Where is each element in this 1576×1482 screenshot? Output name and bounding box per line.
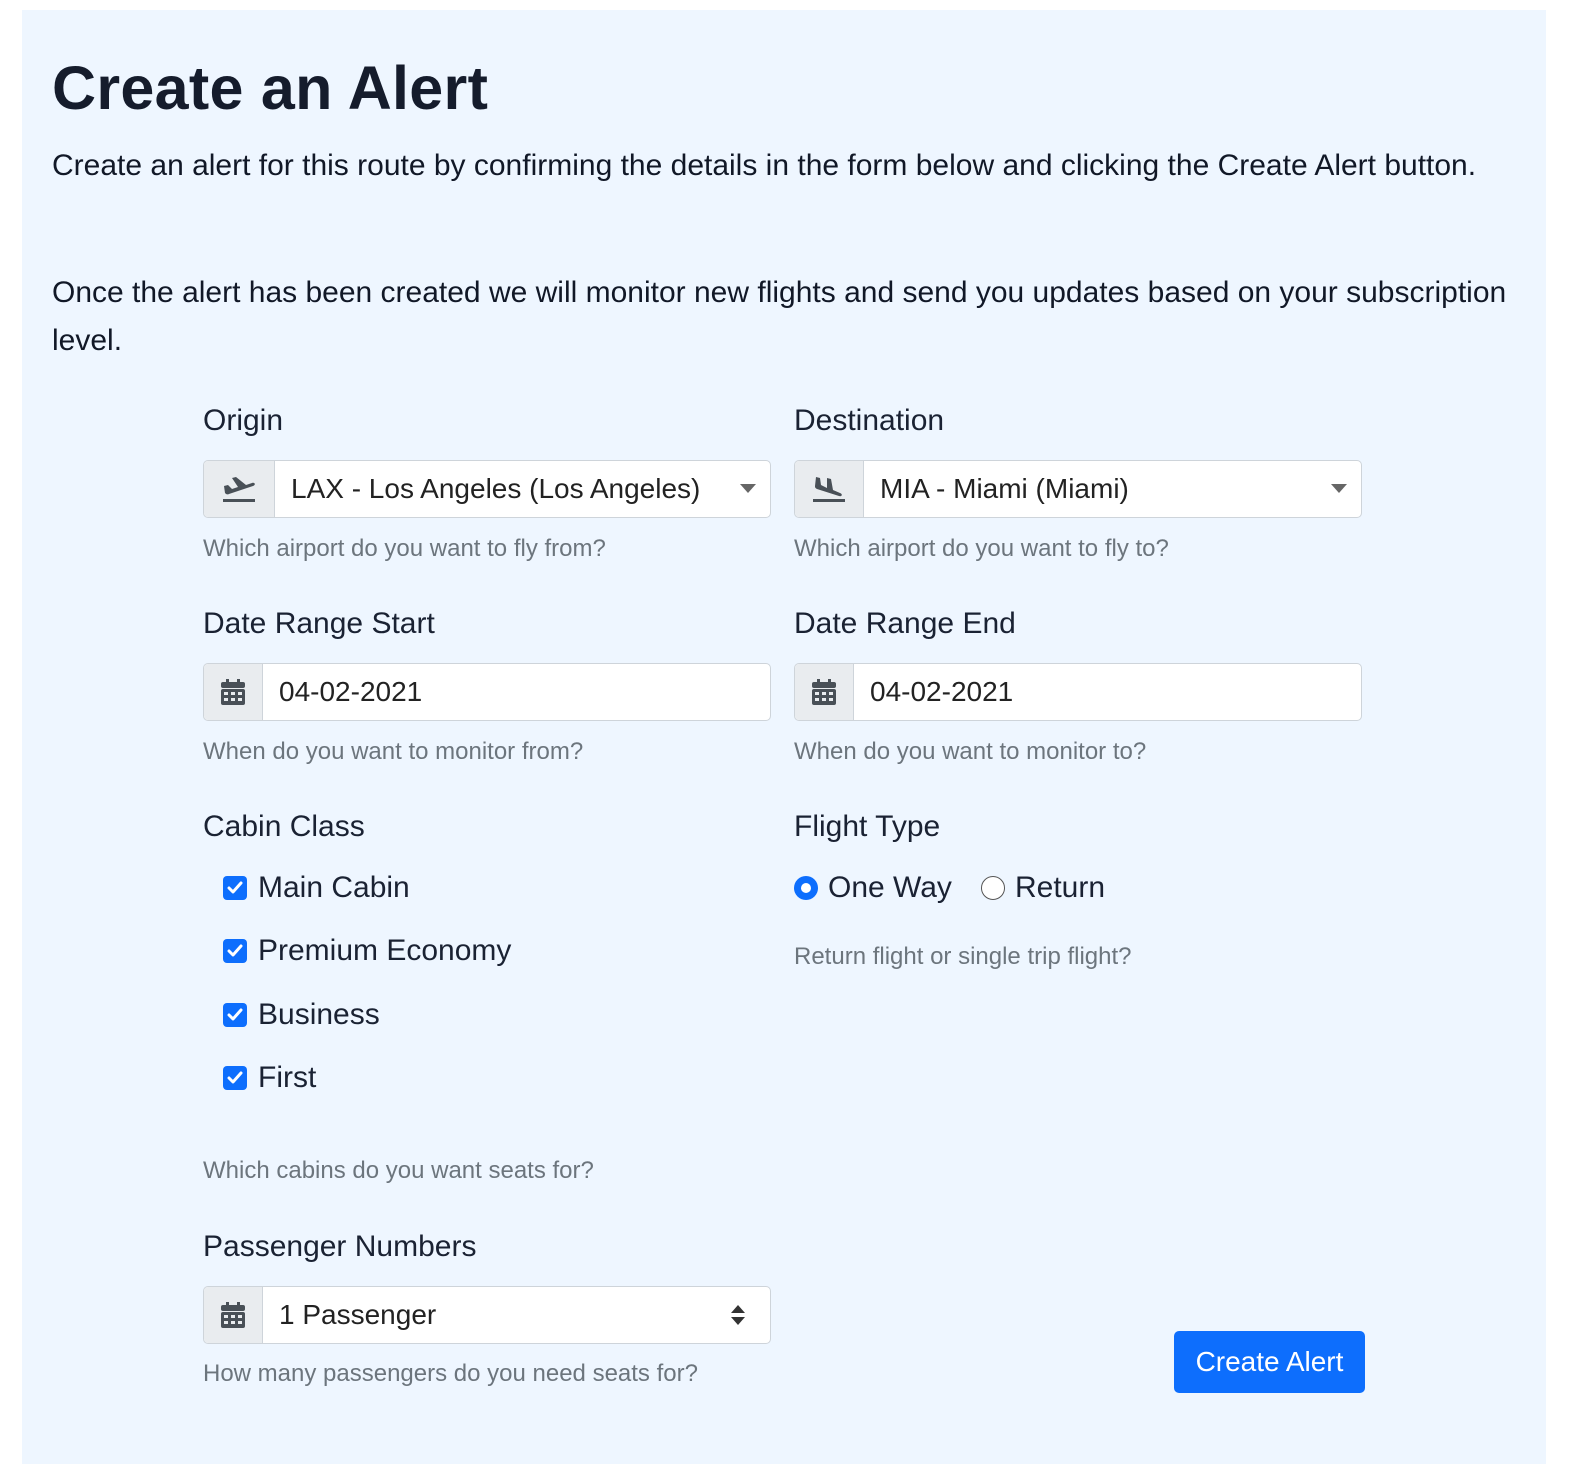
- passengers-select[interactable]: 1 Passenger: [203, 1286, 771, 1344]
- calendar-icon: [204, 1287, 263, 1343]
- passengers-help: How many passengers do you need seats fo…: [203, 1360, 698, 1387]
- date-start-label: Date Range Start: [203, 607, 435, 640]
- cabin-class-label: Cabin Class: [203, 810, 365, 843]
- flight-type-label: Flight Type: [794, 810, 941, 843]
- intro-paragraph: Create an alert for this route by confir…: [52, 149, 1477, 182]
- origin-select[interactable]: LAX - Los Angeles (Los Angeles): [203, 460, 771, 518]
- cabin-option-first[interactable]: First: [223, 1061, 316, 1095]
- cabin-option-premium-economy[interactable]: Premium Economy: [223, 934, 511, 968]
- radio-unselected-icon[interactable]: [981, 876, 1005, 900]
- flight-type-one-way[interactable]: One Way: [794, 871, 952, 905]
- cabin-class-help: Which cabins do you want seats for?: [203, 1157, 594, 1184]
- date-end-help: When do you want to monitor to?: [794, 738, 1147, 765]
- date-end-field[interactable]: 04-02-2021: [794, 663, 1362, 721]
- origin-value[interactable]: LAX - Los Angeles (Los Angeles): [275, 461, 770, 517]
- plane-departure-icon: [204, 461, 275, 517]
- flight-type-return[interactable]: Return: [981, 871, 1105, 905]
- cabin-option-label: Premium Economy: [258, 934, 512, 967]
- plane-arrival-icon: [795, 461, 864, 517]
- passengers-selected-text: 1 Passenger: [279, 1299, 437, 1330]
- checkbox-checked-icon[interactable]: [223, 1066, 247, 1090]
- radio-selected-icon[interactable]: [794, 876, 818, 900]
- calendar-icon: [795, 664, 854, 720]
- checkbox-checked-icon[interactable]: [223, 1003, 247, 1027]
- intro-paragraph-subscription: Once the alert has been created we will …: [52, 276, 1507, 357]
- date-start-input[interactable]: 04-02-2021: [263, 664, 770, 720]
- date-start-help: When do you want to monitor from?: [203, 738, 584, 765]
- flight-type-help: Return flight or single trip flight?: [794, 943, 1132, 970]
- create-alert-button[interactable]: Create Alert: [1174, 1331, 1365, 1393]
- chevron-down-icon: [1331, 484, 1347, 493]
- chevron-down-icon: [740, 484, 756, 493]
- cabin-option-label: First: [258, 1061, 317, 1094]
- calendar-icon: [204, 664, 263, 720]
- origin-label: Origin: [203, 404, 284, 437]
- flight-type-option-label: One Way: [828, 871, 952, 904]
- cabin-option-label: Main Cabin: [258, 871, 410, 904]
- date-end-input[interactable]: 04-02-2021: [854, 664, 1361, 720]
- date-start-field[interactable]: 04-02-2021: [203, 663, 771, 721]
- checkbox-checked-icon[interactable]: [223, 939, 247, 963]
- alert-panel: Create an Alert Create an alert for this…: [22, 10, 1546, 1464]
- cabin-option-main-cabin[interactable]: Main Cabin: [223, 871, 410, 905]
- flight-type-option-label: Return: [1015, 871, 1106, 904]
- date-start-value: 04-02-2021: [279, 676, 423, 707]
- checkbox-checked-icon[interactable]: [223, 876, 247, 900]
- destination-label: Destination: [794, 404, 945, 437]
- date-end-value: 04-02-2021: [870, 676, 1014, 707]
- passengers-label: Passenger Numbers: [203, 1230, 477, 1263]
- destination-value[interactable]: MIA - Miami (Miami): [864, 461, 1361, 517]
- destination-selected-text: MIA - Miami (Miami): [880, 473, 1129, 504]
- page-title: Create an Alert: [52, 54, 489, 122]
- origin-help: Which airport do you want to fly from?: [203, 535, 606, 562]
- date-end-label: Date Range End: [794, 607, 1016, 640]
- sort-updown-icon: [731, 1305, 745, 1325]
- cabin-option-business[interactable]: Business: [223, 998, 380, 1032]
- passengers-value[interactable]: 1 Passenger: [263, 1287, 770, 1343]
- destination-help: Which airport do you want to fly to?: [794, 535, 1169, 562]
- destination-select[interactable]: MIA - Miami (Miami): [794, 460, 1362, 518]
- origin-selected-text: LAX - Los Angeles (Los Angeles): [291, 473, 701, 504]
- cabin-option-label: Business: [258, 998, 380, 1031]
